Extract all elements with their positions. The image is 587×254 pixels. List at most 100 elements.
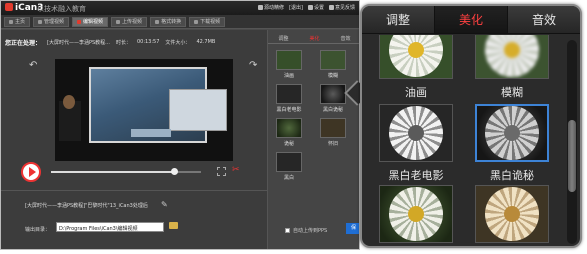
auto-upload-option[interactable]: 自动上传到PPS bbox=[285, 227, 327, 234]
daisy-center bbox=[504, 206, 520, 222]
effect-label: 油画 bbox=[405, 86, 427, 99]
progress-bar[interactable] bbox=[51, 168, 201, 175]
processing-label: 您正在处理： bbox=[5, 39, 42, 47]
processing-file: [大屏时代——李涵PS教程... bbox=[47, 39, 110, 46]
sidebar-effect-item[interactable]: 黑白 bbox=[274, 152, 304, 181]
rotate-right-icon[interactable]: ↷ bbox=[249, 60, 257, 71]
editor-area: 您正在处理： [大屏时代——李涵PS教程... 时长： 00:13:57 文件大… bbox=[1, 30, 267, 249]
nav-tab-manage[interactable]: 管理视频 bbox=[33, 16, 70, 27]
effect-bw-old-film[interactable]: 黑白老电影 bbox=[374, 104, 458, 183]
effect-thumbnail bbox=[379, 35, 453, 79]
title-bar: iCan3 以技术融入教育 源动精修 [退出] 设置 意见反馈 bbox=[1, 1, 359, 15]
manage-icon bbox=[38, 19, 43, 24]
pencil-icon[interactable]: ✎ bbox=[161, 200, 168, 209]
presenter-head bbox=[63, 95, 75, 109]
output-file-name: [大屏时代——李涵PS教程]"巴黎时代"13_iCan3处理后 bbox=[25, 203, 148, 209]
daisy-center bbox=[504, 42, 520, 58]
effect-thumbnail bbox=[379, 185, 453, 243]
upload-icon bbox=[116, 19, 121, 24]
effect-label: 黑白诡秘 bbox=[490, 169, 534, 182]
video-preview[interactable] bbox=[55, 59, 233, 161]
nav-tab-convert[interactable]: 格式转换 bbox=[150, 16, 187, 27]
tab-sound-effects[interactable]: 音效 bbox=[508, 6, 580, 33]
size-value: 42.7MB bbox=[196, 39, 216, 45]
duration-label: 时长： bbox=[115, 39, 131, 46]
sidebar-effect-item[interactable]: 黑白老电影 bbox=[274, 84, 304, 113]
projected-screen bbox=[89, 67, 227, 143]
size-label: 文件大小： bbox=[165, 39, 191, 46]
projected-toolbar bbox=[131, 129, 171, 137]
scrollbar-thumb[interactable] bbox=[568, 120, 576, 192]
effect-eerie[interactable]: 诡秘 bbox=[374, 185, 458, 246]
effect-thumbnail bbox=[276, 152, 302, 172]
effect-oil-painting[interactable]: 油画 bbox=[374, 35, 458, 100]
divider bbox=[1, 190, 267, 191]
effect-thumbnail bbox=[320, 118, 346, 138]
sidebar-effect-item[interactable]: 诡秘 bbox=[274, 118, 304, 147]
sidebar-tab-adjust[interactable]: 调整 bbox=[268, 35, 299, 44]
rotate-left-icon[interactable]: ↶ bbox=[29, 60, 37, 71]
effect-thumbnail bbox=[276, 84, 302, 104]
settings-link[interactable]: 设置 bbox=[307, 4, 324, 11]
user-area: 源动精修 [退出] 设置 意见反馈 bbox=[258, 4, 355, 11]
effect-bw-eerie[interactable]: 黑白诡秘 bbox=[470, 104, 554, 183]
nav-tab-download[interactable]: 下载视频 bbox=[189, 16, 226, 27]
effect-thumbnail bbox=[475, 104, 549, 162]
effect-blur[interactable]: 模糊 bbox=[470, 35, 554, 100]
logout-link[interactable]: [退出] bbox=[289, 4, 303, 11]
nav-tab-upload[interactable]: 上传视频 bbox=[111, 16, 148, 27]
effect-thumbnail bbox=[475, 35, 549, 79]
sidebar-effect-item[interactable]: 模糊 bbox=[318, 50, 348, 79]
effect-thumbnail bbox=[379, 104, 453, 162]
effect-thumbnail bbox=[475, 185, 549, 243]
sidebar-effect-item[interactable]: 油画 bbox=[274, 50, 304, 79]
convert-icon bbox=[155, 19, 160, 24]
edit-video-icon bbox=[77, 19, 82, 24]
progress-fill bbox=[51, 171, 174, 173]
play-icon bbox=[28, 167, 36, 177]
effect-label: 黑白老电影 bbox=[388, 169, 444, 182]
sidebar-effect-item[interactable]: 怀旧 bbox=[318, 118, 348, 147]
progress-knob[interactable] bbox=[171, 168, 178, 175]
nav-tab-edit[interactable]: 编辑视频 bbox=[72, 16, 109, 27]
output-dir-input[interactable]: D:\Program Files\iCan3\编辑视频 bbox=[56, 222, 164, 232]
download-icon bbox=[194, 19, 199, 24]
play-button[interactable] bbox=[21, 162, 41, 182]
zoomed-effects-panel: 调整 美化 音效 油画 模糊 黑白老电影 黑白诡秘 诡秘 怀旧 bbox=[360, 4, 582, 248]
sidebar-tab-beautify[interactable]: 美化 bbox=[299, 35, 330, 44]
auto-upload-checkbox[interactable] bbox=[285, 228, 290, 233]
daisy-center bbox=[504, 125, 520, 141]
user-name[interactable]: 源动精修 bbox=[258, 4, 284, 11]
effect-thumbnail bbox=[276, 118, 302, 138]
user-icon bbox=[258, 5, 264, 10]
sidebar-tab-sound[interactable]: 音效 bbox=[330, 35, 359, 44]
effects-scrollbar[interactable] bbox=[567, 40, 577, 244]
nav-tab-home[interactable]: 主页 bbox=[4, 16, 31, 27]
effect-nostalgia[interactable]: 怀旧 bbox=[470, 185, 554, 246]
save-button[interactable]: 保 bbox=[346, 223, 359, 234]
duration-value: 00:13:57 bbox=[136, 39, 160, 45]
player-controls: ✂ bbox=[21, 159, 251, 185]
folder-icon[interactable] bbox=[169, 222, 178, 229]
scissors-icon[interactable]: ✂ bbox=[232, 165, 240, 175]
daisy-center bbox=[408, 42, 424, 58]
tab-adjust[interactable]: 调整 bbox=[362, 6, 434, 33]
main-nav: 主页 管理视频 编辑视频 上传视频 格式转换 下载视频 bbox=[1, 15, 359, 29]
effects-sidebar: 调整 美化 音效 油画 模糊 黑白老电影 黑白诡秘 诡秘 怀旧 黑白 bbox=[267, 30, 359, 249]
effects-grid: 油画 模糊 黑白老电影 黑白诡秘 诡秘 怀旧 bbox=[362, 35, 566, 246]
projected-window bbox=[169, 89, 227, 131]
fullscreen-icon[interactable] bbox=[217, 167, 226, 176]
feedback-icon bbox=[328, 5, 334, 10]
gear-icon bbox=[307, 5, 313, 10]
effects-tabs: 调整 美化 音效 bbox=[362, 6, 580, 34]
app-slogan: 以技术融入教育 bbox=[37, 5, 86, 13]
feedback-link[interactable]: 意见反馈 bbox=[328, 4, 355, 11]
tab-beautify[interactable]: 美化 bbox=[434, 6, 508, 33]
daisy-center bbox=[408, 125, 424, 141]
sidebar-effect-item[interactable]: 黑白诡秘 bbox=[318, 84, 348, 113]
daisy-center bbox=[408, 206, 424, 222]
sidebar-tabs: 调整 美化 音效 bbox=[268, 35, 359, 44]
effect-thumbnail bbox=[276, 50, 302, 70]
effect-thumbnail bbox=[320, 84, 346, 104]
effect-thumbnail bbox=[320, 50, 346, 70]
